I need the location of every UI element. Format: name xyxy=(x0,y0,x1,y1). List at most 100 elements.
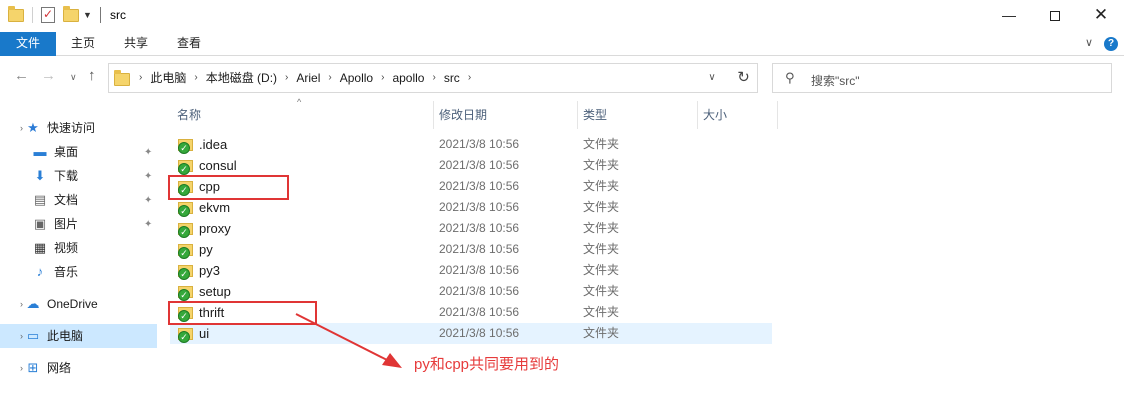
file-date: 2021/3/8 10:56 xyxy=(439,158,520,172)
file-row[interactable]: ✓ py3 2021/3/8 10:56 文件夹 xyxy=(170,260,772,281)
address-history-button[interactable]: ∨ xyxy=(700,63,724,93)
new-folder-icon[interactable] xyxy=(63,5,79,22)
chevron-right-icon[interactable]: › xyxy=(381,64,384,92)
chevron-right-icon[interactable]: › xyxy=(468,64,471,92)
pin-icon[interactable]: ✦ xyxy=(144,147,152,158)
refresh-button[interactable]: ↻ xyxy=(730,63,758,93)
properties-icon[interactable]: ✓ xyxy=(41,7,55,23)
column-divider[interactable] xyxy=(777,101,778,129)
breadcrumb-item[interactable]: src xyxy=(444,64,460,92)
chevron-right-icon[interactable]: › xyxy=(194,64,197,92)
file-date: 2021/3/8 10:56 xyxy=(439,221,520,235)
expand-icon[interactable]: › xyxy=(20,324,23,348)
recent-locations-icon[interactable]: ∨ xyxy=(70,72,77,83)
breadcrumb-item[interactable]: 此电脑 xyxy=(150,64,186,92)
tab-share[interactable]: 共享 xyxy=(117,32,155,56)
tab-home[interactable]: 主页 xyxy=(64,32,102,56)
music-icon: ♪ xyxy=(36,264,44,279)
column-header-name[interactable]: 名称 xyxy=(177,101,201,129)
pin-icon[interactable]: ✦ xyxy=(144,195,152,206)
breadcrumb-item[interactable]: Ariel xyxy=(296,64,320,92)
nav-item-this-pc[interactable]: › ▭ 此电脑 xyxy=(20,324,83,348)
file-row[interactable]: ✓ consul 2021/3/8 10:56 文件夹 xyxy=(170,155,772,176)
file-name: .idea xyxy=(199,137,228,152)
nav-item-label: 下载 xyxy=(54,169,79,183)
column-divider[interactable] xyxy=(697,101,698,129)
breadcrumb-item[interactable]: 本地磁盘 (D:) xyxy=(206,64,277,92)
file-row[interactable]: ✓ .idea 2021/3/8 10:56 文件夹 xyxy=(170,134,772,155)
file-date: 2021/3/8 10:56 xyxy=(439,242,520,256)
file-type: 文件夹 xyxy=(583,326,620,340)
toolbar-divider xyxy=(32,7,33,23)
address-bar[interactable]: › 此电脑 › 本地磁盘 (D:) › Ariel › Apollo › apo… xyxy=(108,63,758,93)
synced-folder-icon: ✓ xyxy=(178,284,194,301)
file-date: 2021/3/8 10:56 xyxy=(439,179,520,193)
file-date: 2021/3/8 10:56 xyxy=(439,305,520,319)
column-divider[interactable] xyxy=(433,101,434,129)
column-divider[interactable] xyxy=(577,101,578,129)
chevron-right-icon[interactable]: › xyxy=(139,64,142,92)
customize-toolbar-icon[interactable]: ▼ xyxy=(83,10,92,20)
chevron-right-icon[interactable]: › xyxy=(285,64,288,92)
chevron-right-icon[interactable]: › xyxy=(432,64,435,92)
back-button[interactable]: ← xyxy=(14,67,29,84)
breadcrumb-item[interactable]: apollo xyxy=(392,64,424,92)
pin-icon[interactable]: ✦ xyxy=(144,171,152,182)
annotation-text: py和cpp共同要用到的 xyxy=(414,356,560,373)
file-row[interactable]: ✓ ekvm 2021/3/8 10:56 文件夹 xyxy=(170,197,772,218)
pin-icon[interactable]: ✦ xyxy=(144,219,152,230)
chevron-right-icon[interactable]: › xyxy=(328,64,331,92)
search-icon: ⚲ xyxy=(785,70,795,85)
nav-item-downloads[interactable]: ⬇ 下载 xyxy=(32,164,78,188)
file-name: proxy xyxy=(199,221,231,236)
file-type: 文件夹 xyxy=(583,263,620,277)
file-type: 文件夹 xyxy=(583,284,620,298)
nav-item-label: 桌面 xyxy=(54,145,79,159)
synced-folder-icon: ✓ xyxy=(178,137,194,154)
file-type: 文件夹 xyxy=(583,158,620,172)
synced-folder-icon: ✓ xyxy=(178,242,194,259)
expand-icon[interactable]: › xyxy=(20,356,23,380)
close-button[interactable]: ✕ xyxy=(1078,0,1124,32)
nav-item-music[interactable]: ♪ 音乐 xyxy=(32,260,78,284)
file-type: 文件夹 xyxy=(583,137,620,151)
synced-folder-icon: ✓ xyxy=(178,158,194,175)
download-icon: ⬇ xyxy=(34,168,46,183)
expand-icon[interactable]: › xyxy=(20,292,23,316)
network-icon: ⊞ xyxy=(27,360,39,375)
file-row[interactable]: ✓ py 2021/3/8 10:56 文件夹 xyxy=(170,239,772,260)
minimize-button[interactable]: — xyxy=(986,0,1032,32)
file-row[interactable]: ✓ ui 2021/3/8 10:56 文件夹 xyxy=(170,323,772,344)
picture-icon: ▣ xyxy=(33,216,47,231)
nav-item-label: 视频 xyxy=(54,241,79,255)
maximize-button[interactable] xyxy=(1032,0,1078,32)
collapse-icon[interactable]: › xyxy=(20,116,23,140)
nav-item-onedrive[interactable]: › ☁ OneDrive xyxy=(20,292,98,316)
help-icon[interactable]: ? xyxy=(1104,37,1118,51)
column-header-size[interactable]: 大小 xyxy=(703,101,727,129)
file-row[interactable]: ✓ proxy 2021/3/8 10:56 文件夹 xyxy=(170,218,772,239)
file-type: 文件夹 xyxy=(583,242,620,256)
nav-item-videos[interactable]: ▦ 视频 xyxy=(32,236,78,260)
document-icon: ▤ xyxy=(33,192,47,207)
expand-ribbon-icon[interactable]: ∨ xyxy=(1085,36,1093,49)
nav-item-documents[interactable]: ▤ 文档 xyxy=(32,188,78,212)
file-row[interactable]: ✓ setup 2021/3/8 10:56 文件夹 xyxy=(170,281,772,302)
nav-item-network[interactable]: › ⊞ 网络 xyxy=(20,356,71,380)
forward-button[interactable]: → xyxy=(41,67,56,84)
file-date: 2021/3/8 10:56 xyxy=(439,200,520,214)
nav-item-desktop[interactable]: ▬ 桌面 xyxy=(32,140,79,164)
nav-item-quick-access[interactable]: › ★ 快速访问 xyxy=(20,116,95,140)
column-header-date[interactable]: 修改日期 xyxy=(439,101,487,129)
synced-folder-icon: ✓ xyxy=(178,326,194,343)
column-header-type[interactable]: 类型 xyxy=(583,101,607,129)
tab-view[interactable]: 查看 xyxy=(170,32,208,56)
tab-file[interactable]: 文件 xyxy=(0,32,56,56)
search-input[interactable]: ⚲ 搜索"src" xyxy=(772,63,1112,93)
nav-item-label: 此电脑 xyxy=(47,329,84,343)
nav-item-pictures[interactable]: ▣ 图片 xyxy=(32,212,78,236)
file-name: ekvm xyxy=(199,200,231,215)
file-type: 文件夹 xyxy=(583,305,620,319)
breadcrumb-item[interactable]: Apollo xyxy=(340,64,373,92)
up-button[interactable]: ↑ xyxy=(88,67,96,84)
